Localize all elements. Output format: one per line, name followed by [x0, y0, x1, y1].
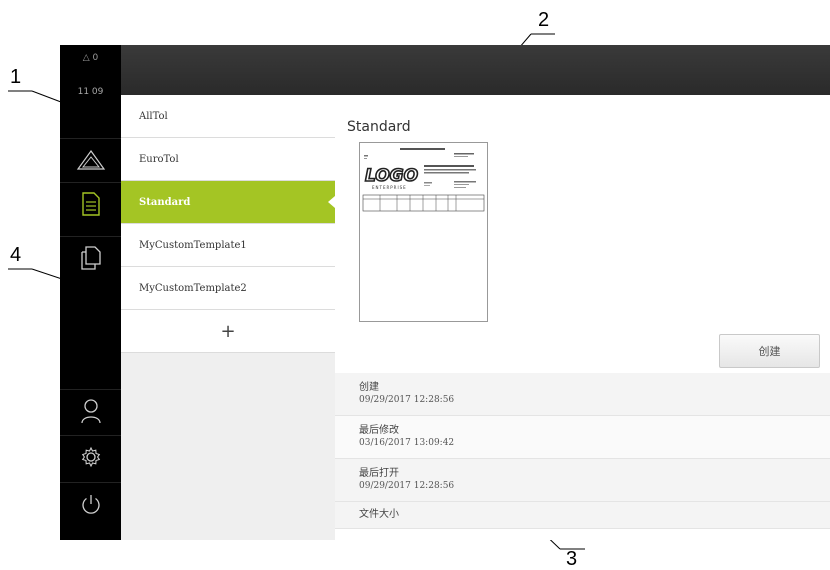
- gear-icon: [81, 446, 100, 468]
- info-label: 最后打开: [359, 468, 399, 479]
- main-menu-sidebar: △ 0 11 09: [60, 45, 121, 540]
- nav-files-button[interactable]: [60, 236, 121, 279]
- report-document-icon: [81, 192, 100, 216]
- template-item-alltol[interactable]: AllTol: [121, 95, 335, 138]
- template-list: AllTol EuroTol Standard MyCustomTemplate…: [121, 95, 335, 540]
- template-item-standard[interactable]: Standard: [121, 181, 335, 224]
- add-template-button[interactable]: +: [121, 310, 335, 353]
- nav-measure-button[interactable]: [60, 138, 121, 181]
- warning-count: 0: [92, 53, 99, 63]
- info-row-last-opened: 最后打开 09/29/2017 12:28:56: [335, 459, 830, 502]
- info-label: 文件大小: [359, 509, 399, 520]
- info-label: 创建: [359, 382, 379, 393]
- top-bar: [121, 45, 830, 95]
- info-row-last-modified: 最后修改 03/16/2017 13:09:42: [335, 416, 830, 459]
- nav-report-button[interactable]: [60, 182, 121, 225]
- template-item-label: MyCustomTemplate1: [139, 239, 247, 251]
- device-screen: △ 0 11 09 AllTol EuroTol Standard MyCust…: [60, 45, 830, 540]
- info-value: 09/29/2017 12:28:56: [359, 395, 455, 405]
- clock: 11 09: [77, 87, 104, 97]
- callout-3: 3: [566, 548, 578, 570]
- callout-2: 2: [538, 9, 550, 31]
- info-label: 最后修改: [359, 425, 399, 436]
- plus-icon: +: [220, 320, 236, 342]
- warning-triangle-icon: △: [82, 53, 90, 63]
- template-item-eurotol[interactable]: EuroTol: [121, 138, 335, 181]
- template-item-mycustomtemplate1[interactable]: MyCustomTemplate1: [121, 224, 335, 267]
- template-preview[interactable]: LOGO ENTERPRISE: [359, 142, 488, 322]
- report-preview-image: LOGO ENTERPRISE: [362, 148, 485, 212]
- template-item-mycustomtemplate2[interactable]: MyCustomTemplate2: [121, 267, 335, 310]
- template-item-label: Standard: [139, 196, 191, 208]
- status-bar: △ 0 11 09: [60, 53, 121, 97]
- user-icon: [80, 399, 101, 424]
- create-button[interactable]: 创建: [719, 334, 820, 368]
- callout-1: 1: [10, 66, 22, 88]
- template-info-list: 创建 09/29/2017 12:28:56 最后修改 03/16/2017 1…: [335, 373, 830, 529]
- preview-logo-sub: ENTERPRISE: [372, 185, 407, 190]
- preview-logo: LOGO: [365, 166, 418, 186]
- template-item-label: AllTol: [139, 110, 168, 122]
- template-title: Standard: [347, 119, 411, 135]
- template-item-label: EuroTol: [139, 153, 179, 165]
- measure-triangle-icon: [76, 149, 105, 170]
- nav-user-button[interactable]: [60, 389, 121, 432]
- copy-documents-icon: [80, 246, 101, 270]
- info-row-file-size: 文件大小: [335, 502, 830, 529]
- info-row-created: 创建 09/29/2017 12:28:56: [335, 373, 830, 416]
- warning-indicator[interactable]: △ 0: [60, 53, 121, 63]
- nav-power-button[interactable]: [60, 482, 121, 525]
- info-value: 09/29/2017 12:28:56: [359, 481, 455, 491]
- power-icon: [81, 495, 100, 514]
- template-detail-panel: Standard LOGO ENTERPRISE 创建 创建 09/29/201…: [335, 95, 830, 540]
- nav-settings-button[interactable]: [60, 435, 121, 478]
- callout-4: 4: [10, 244, 22, 266]
- template-item-label: MyCustomTemplate2: [139, 282, 247, 294]
- info-value: 03/16/2017 13:09:42: [359, 438, 455, 448]
